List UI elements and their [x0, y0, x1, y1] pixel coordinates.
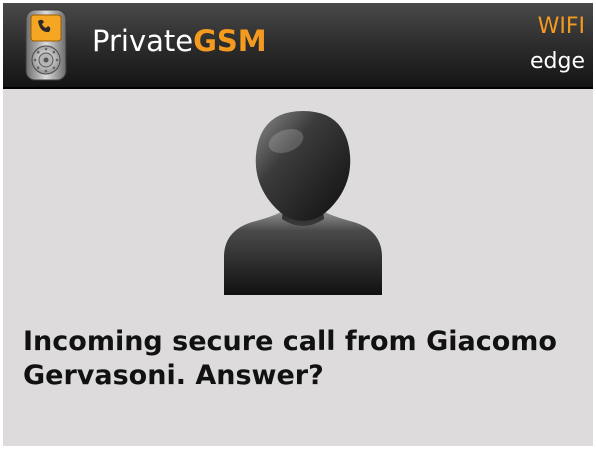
- app-title: PrivateGSM: [92, 24, 267, 58]
- app-title-prefix: Private: [92, 24, 194, 58]
- app-header: PrivateGSM WIFI edge: [3, 3, 593, 89]
- incoming-call-screen: PrivateGSM WIFI edge Incoming secure cal…: [3, 3, 593, 446]
- network-status-wifi: WIFI: [537, 14, 585, 39]
- incoming-call-message: Incoming secure call from Giacomo Gervas…: [23, 326, 557, 391]
- app-title-suffix: GSM: [193, 24, 267, 58]
- secure-phone-app-icon: [25, 9, 67, 81]
- network-status-edge: edge: [530, 49, 585, 74]
- person-silhouette-icon: [224, 111, 382, 295]
